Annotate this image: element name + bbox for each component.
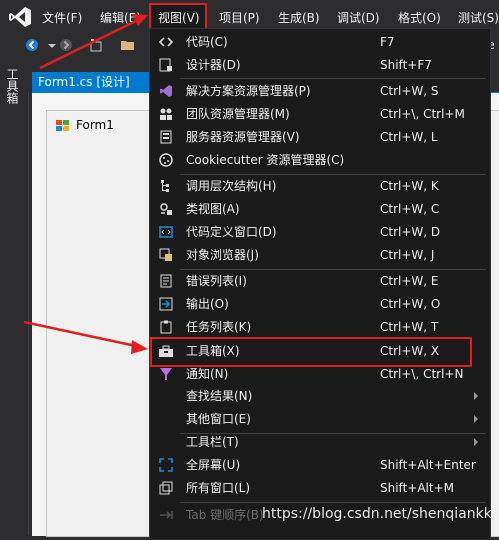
watermark: https://blog.csdn.net/shenqiankk — [262, 506, 492, 522]
arrowhead-icon — [132, 14, 148, 26]
annotation-arrow-toolbox — [23, 320, 137, 348]
annotation-arrow-view — [39, 18, 139, 70]
annotation-arrows — [23, 14, 148, 354]
arrowhead-icon — [131, 340, 148, 354]
